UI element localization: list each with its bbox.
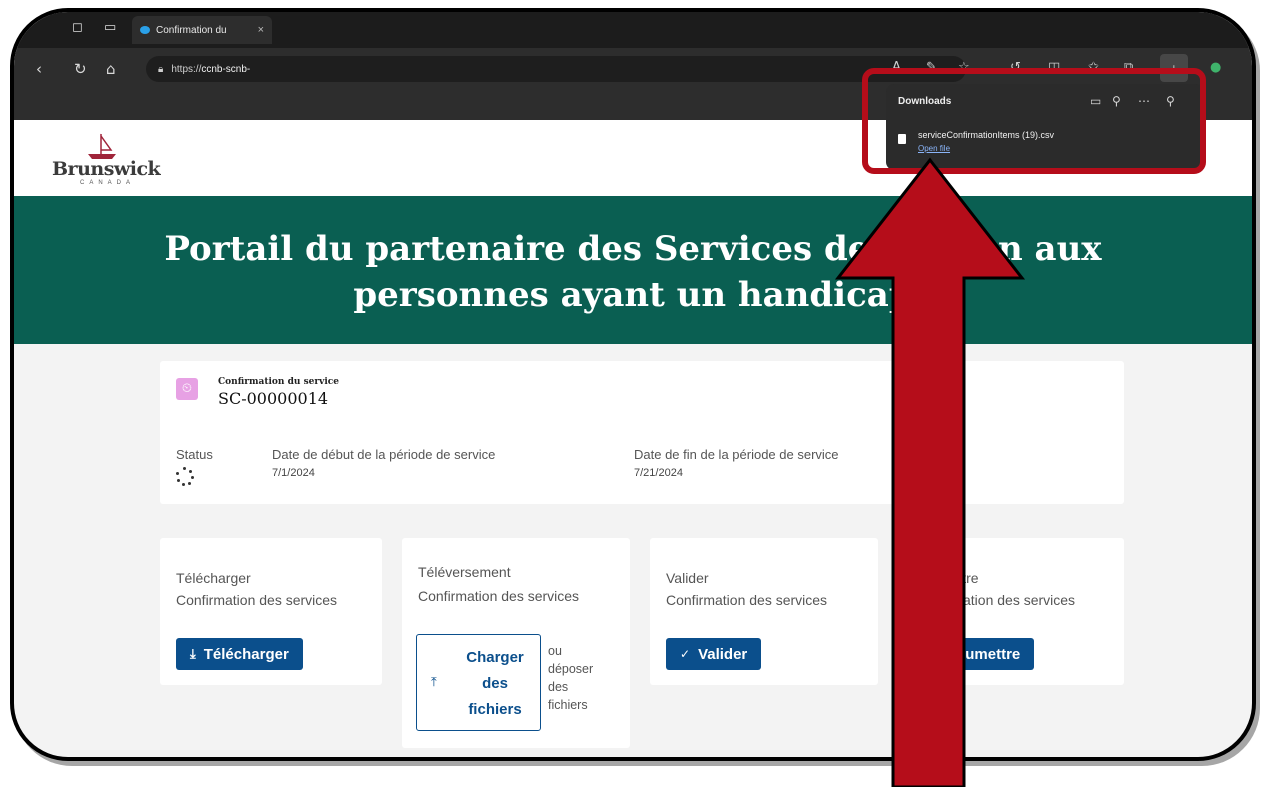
red-arrow-annotation [834, 157, 1026, 787]
